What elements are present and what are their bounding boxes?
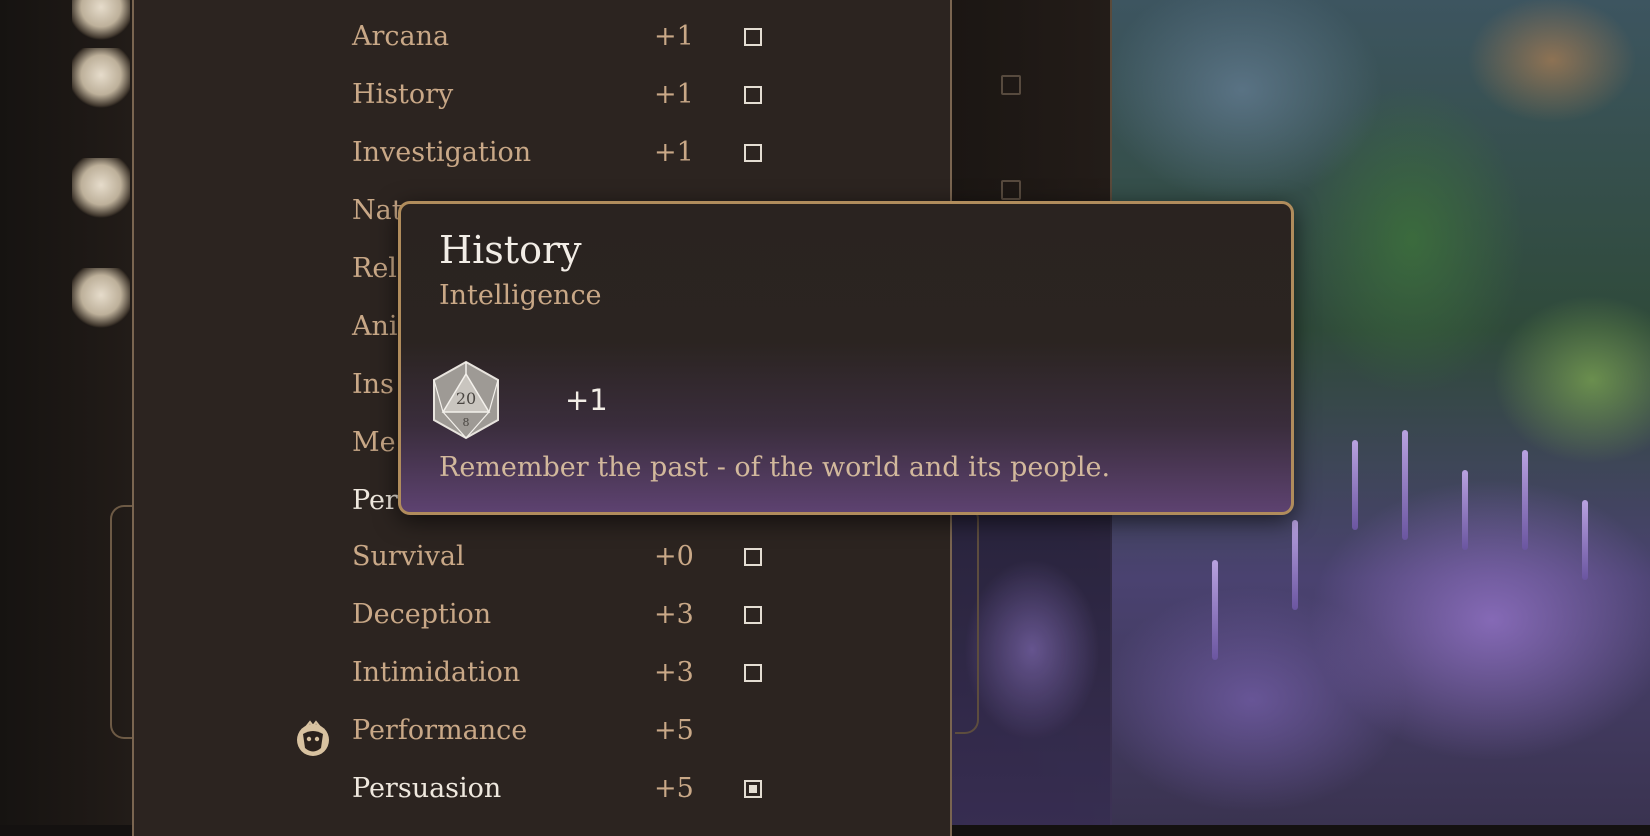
skill-name: Me (352, 427, 396, 458)
skill-name: Nat (352, 195, 403, 226)
skill-name: Performance (352, 715, 528, 746)
skill-row-performance[interactable]: Performance +5 (352, 712, 932, 752)
skill-row-deception[interactable]: Deception +3 (352, 596, 932, 636)
skill-name: Deception (352, 599, 492, 630)
lavender-stalk (1212, 560, 1218, 660)
proficiency-checkbox[interactable] (744, 144, 762, 162)
skill-row-investigation[interactable]: Investigation +1 (352, 134, 932, 174)
book-icon[interactable] (72, 48, 130, 108)
proficiency-checkbox[interactable] (744, 28, 762, 46)
inventory-item-icon[interactable] (72, 0, 130, 40)
lavender-stalk (1462, 470, 1468, 550)
skill-name: Investigation (352, 137, 532, 168)
skill-modifier: +1 (654, 137, 694, 168)
skill-name: Arcana (352, 21, 450, 52)
skill-name: Per (352, 485, 398, 516)
proficiency-checkbox[interactable] (744, 86, 762, 104)
skill-row-history[interactable]: History +1 (352, 76, 932, 116)
proficiency-checkbox[interactable] (744, 548, 762, 566)
lavender-stalk (1522, 450, 1528, 550)
lavender-stalk (1402, 430, 1408, 540)
skill-row-intimidation[interactable]: Intimidation +3 (352, 654, 932, 694)
proficiency-checkbox-checked[interactable] (744, 780, 762, 798)
scroll-icon[interactable] (72, 158, 130, 218)
skill-modifier: +1 (654, 21, 694, 52)
skill-row-arcana[interactable]: Arcana +1 (352, 18, 932, 58)
side-checkbox[interactable] (1001, 75, 1021, 95)
skill-name: History (352, 79, 454, 110)
tooltip-description: Remember the past - of the world and its… (439, 452, 1111, 483)
skill-modifier: +3 (654, 599, 694, 630)
tooltip-ability: Intelligence (439, 280, 602, 311)
die-face: 20 (456, 389, 476, 408)
d20-icon: 20 8 (433, 360, 499, 440)
side-checkbox[interactable] (1001, 180, 1021, 200)
tooltip-title: History (439, 228, 582, 272)
skill-modifier: +0 (654, 541, 694, 572)
skill-name: Intimidation (352, 657, 521, 688)
lavender-stalk (1292, 520, 1298, 610)
skill-row-persuasion[interactable]: Persuasion +5 (352, 770, 932, 810)
skill-modifier: +1 (654, 79, 694, 110)
skill-modifier: +3 (654, 657, 694, 688)
skill-modifier: +5 (654, 715, 694, 746)
die-subface: 8 (463, 416, 470, 429)
skill-name: Persuasion (352, 773, 502, 804)
skill-tooltip: History Intelligence 20 8 +1 Remember th… (398, 201, 1294, 515)
skill-modifier: +5 (654, 773, 694, 804)
skill-name: Rel (352, 253, 397, 284)
side-frame (955, 505, 979, 734)
lavender-stalk (1352, 440, 1358, 530)
skill-name: Survival (352, 541, 465, 572)
left-sidebar-strip (0, 0, 142, 825)
performance-mask-icon (297, 720, 329, 756)
proficiency-checkbox[interactable] (744, 664, 762, 682)
lavender-stalk (1582, 500, 1588, 580)
skill-row-survival[interactable]: Survival +0 (352, 538, 932, 578)
tooltip-modifier: +1 (565, 383, 608, 417)
proficiency-checkbox[interactable] (744, 606, 762, 624)
gauntlet-icon[interactable] (72, 268, 130, 328)
skill-name: Ins (352, 369, 394, 400)
skill-name: Ani (352, 311, 398, 342)
